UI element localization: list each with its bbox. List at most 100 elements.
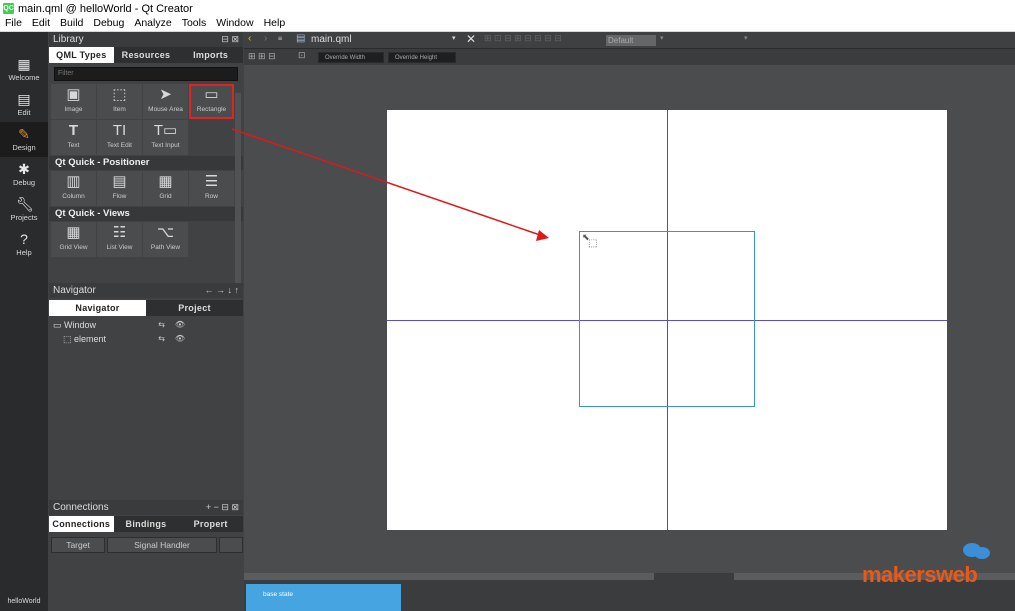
navigator-title[interactable]: Navigator [53,285,96,296]
forward-arrow-icon[interactable]: › [264,33,267,44]
library-title: Library [53,34,84,45]
menu-build[interactable]: Build [55,17,88,31]
column-target[interactable]: Target [51,537,105,553]
navigator-tabs: Navigator Project [49,300,243,316]
tab-project[interactable]: Project [146,300,243,316]
menu-edit[interactable]: Edit [27,17,55,31]
library-item-flow[interactable]: ▤ Flow [97,171,142,206]
tab-imports[interactable]: Imports [178,47,243,63]
state-dropdown[interactable]: Default [606,35,656,46]
mode-label: Edit [17,108,31,117]
override-height-input[interactable]: Override Height [388,52,456,63]
state-dropdown-arrow-icon[interactable]: ▾ [660,34,664,42]
design-canvas[interactable]: ⬉ ⬚ [387,110,947,530]
menu-tools[interactable]: Tools [177,17,212,31]
close-editor-icon[interactable]: ✕ [466,32,476,46]
qt-creator-logo-icon: QC [3,3,14,14]
connections-panel-title: Connections + − ⊟ ⊠ [49,500,243,515]
lock-icon: 🔒︎ [278,33,283,42]
tab-bindings[interactable]: Bindings [114,516,179,532]
kit-selector-project[interactable]: helloWorld [0,598,48,605]
library-filter-input[interactable]: Filter [54,67,238,81]
watermark-text: makersweb [862,562,978,587]
library-item-rectangle[interactable]: ▭ Rectangle [189,84,234,119]
library-item-text-input[interactable]: T▭ Text Input [143,120,188,155]
visibility-eye-icon[interactable]: 👁︎ [175,318,185,332]
link-icon[interactable]: ⇆ [158,332,165,346]
tab-navigator[interactable]: Navigator [49,300,146,316]
link-icon[interactable]: ⇆ [158,318,165,332]
navigator-arrow-icons[interactable]: ← → ↓ ↑ [204,283,239,298]
tab-properties[interactable]: Propert [178,516,243,532]
mode-help[interactable]: ? Help [0,227,48,262]
window-node-icon: ▭ [53,320,62,330]
tree-node-label: element [74,334,107,344]
bug-icon: ✱ [18,161,30,177]
menu-file[interactable]: File [0,17,27,31]
connections-tabs: Connections Bindings Propert [49,516,243,532]
tree-node-window[interactable]: ▭ Window ⇆ 👁︎ [49,318,243,332]
back-arrow-icon[interactable]: ‹ [248,33,251,44]
rectangle-element[interactable] [579,231,755,407]
open-file-name[interactable]: main.qml [311,34,352,45]
library-item-item[interactable]: ⬚ Item [97,84,142,119]
mode-debug[interactable]: ✱ Debug [0,157,48,192]
scrollbar-thumb[interactable] [654,573,734,580]
base-state-card[interactable]: base state [246,584,401,611]
alignment-tools-icons[interactable]: ⊞ ⊡ ⊟ ⊞ ⊟ ⊟ ⊟ ⊟ [484,33,562,44]
override-width-input[interactable]: Override Width [318,52,384,63]
menu-bar: File Edit Build Debug Analyze Tools Wind… [0,17,1015,32]
snapping-icons[interactable]: ⊞ ⊞ ⊟ [248,51,276,62]
zoom-dropdown-arrow-icon[interactable]: ▾ [744,34,748,42]
library-scrollbar[interactable] [235,93,241,283]
add-remove-icons[interactable]: + − ⊟ ⊠ [206,500,239,515]
editor-toolbar: ‹ › 🔒︎ ▤ main.qml ▾ ✕ ⊞ ⊡ ⊟ ⊞ ⊟ ⊟ ⊟ ⊟ De… [244,32,1015,49]
column-action[interactable] [219,537,243,553]
navigator-tree: ▭ Window ⇆ 👁︎ ⬚ element ⇆ 👁︎ [49,318,243,346]
chat-bubble-icon [963,543,990,559]
tree-node-element[interactable]: ⬚ element ⇆ 👁︎ [49,332,243,346]
mode-projects[interactable]: 🔧︎ Projects [0,192,48,227]
library-item-grid-view[interactable]: ▦ Grid View [51,222,96,257]
library-item-text-edit[interactable]: TI Text Edit [97,120,142,155]
tab-qml-types[interactable]: QML Types [49,47,114,63]
menu-help[interactable]: Help [259,17,291,31]
mode-label: Projects [10,213,38,222]
library-item-grid[interactable]: ▦ Grid [143,171,188,206]
connections-title[interactable]: Connections [53,502,109,513]
menu-debug[interactable]: Debug [88,17,129,31]
library-item-column[interactable]: ▥ Column [51,171,96,206]
file-dropdown-icon[interactable]: ▾ [452,34,456,42]
file-icon: ▤ [296,33,306,44]
section-positioner[interactable]: Qt Quick - Positioner [49,156,243,170]
library-tabs: QML Types Resources Imports [49,47,243,63]
tab-resources[interactable]: Resources [114,47,179,63]
visibility-eye-icon[interactable]: 👁︎ [175,332,185,346]
root-size-icon[interactable]: ⊡ [298,50,306,61]
menu-window[interactable]: Window [211,17,258,31]
tab-connections[interactable]: Connections [49,516,114,532]
section-views[interactable]: Qt Quick - Views [49,207,243,221]
library-item-image[interactable]: ▣ Image [51,84,96,119]
library-panel-title: Library ⊟ ⊠ [49,32,243,47]
grid-view-icon: ▦ [66,224,81,241]
mode-design[interactable]: ✎ Design [0,122,48,157]
wrench-icon: 🔧︎ [16,196,34,212]
menu-analyze[interactable]: Analyze [129,17,176,31]
library-item-row[interactable]: ☰ Row [189,171,234,206]
library-item-path-view[interactable]: ⌥ Path View [143,222,188,257]
panel-split-close-icons[interactable]: ⊟ ⊠ [221,32,239,47]
library-item-text[interactable]: T Text [51,120,96,155]
library-item-list-view[interactable]: ☷ List View [97,222,142,257]
text-input-icon: T▭ [153,122,178,139]
navigator-panel-title: Navigator ← → ↓ ↑ [49,283,243,298]
document-icon: ▤ [17,91,31,107]
mode-welcome[interactable]: ▦ Welcome [0,52,48,87]
rectangle-icon: ▭ [204,86,219,103]
watermark-logo: makersweb [862,542,990,588]
library-item-mouse-area[interactable]: ➤ Mouse Area [143,84,188,119]
column-signal-handler[interactable]: Signal Handler [107,537,217,553]
mode-edit[interactable]: ▤ Edit [0,87,48,122]
cursor-icon: ➤ [159,86,172,103]
qt-creator-window: QC main.qml @ helloWorld - Qt Creator Fi… [0,0,1015,611]
